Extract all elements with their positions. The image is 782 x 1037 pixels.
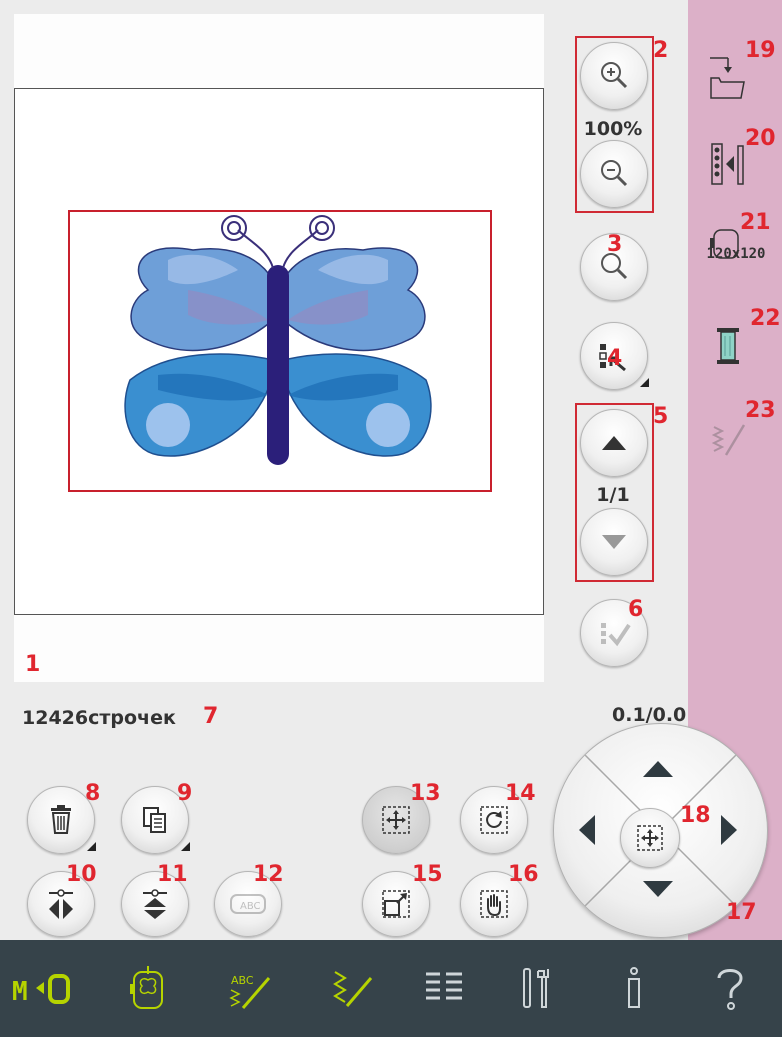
move-icon	[382, 806, 410, 834]
rotate-icon	[480, 806, 508, 834]
zoom-out-icon	[601, 160, 628, 187]
callout-2: 2	[653, 38, 669, 63]
zoom-in-button[interactable]	[580, 42, 648, 110]
mirror-horizontal-icon	[49, 889, 73, 919]
callout-8: 8	[85, 781, 101, 806]
callout-15: 15	[412, 862, 443, 887]
embroidery-edit-button[interactable]	[118, 958, 178, 1018]
page-indicator: 1/1	[596, 484, 630, 506]
svg-text:M: M	[12, 977, 28, 1007]
callout-13: 13	[410, 781, 441, 806]
dpad-left-arrow[interactable]	[576, 812, 598, 848]
triangle-up-icon	[602, 436, 626, 450]
callout-20: 20	[745, 126, 776, 151]
callout-6: 6	[628, 597, 644, 622]
hoop-size: 120x120	[706, 246, 766, 262]
svg-text:ABC: ABC	[231, 974, 254, 987]
stitches-icon	[711, 424, 746, 456]
settings-button[interactable]	[506, 958, 566, 1018]
submenu-indicator	[640, 378, 649, 387]
callout-7: 7	[203, 704, 219, 729]
submenu-indicator	[87, 842, 96, 851]
callout-18: 18	[680, 803, 711, 828]
stitch-creator-button[interactable]: ABC	[220, 958, 280, 1018]
scale-icon	[382, 890, 410, 918]
duplicate-icon	[143, 807, 166, 833]
thread-spool-icon	[717, 328, 739, 364]
zoom-out-button[interactable]	[580, 140, 648, 208]
info-icon	[628, 967, 640, 1008]
stitch-menu-button[interactable]	[322, 958, 382, 1018]
sequence-menu-button[interactable]	[414, 958, 474, 1018]
hand-icon	[480, 890, 508, 918]
load-design-icon	[710, 57, 745, 99]
dpad-down-arrow[interactable]	[640, 878, 676, 900]
center-design-button[interactable]	[620, 808, 680, 868]
hoop-butterfly-icon	[130, 966, 163, 1009]
submenu-indicator	[181, 842, 190, 851]
tools-icon	[523, 968, 549, 1008]
list-icon	[426, 972, 462, 1000]
callout-17: 17	[726, 900, 757, 925]
mode-switch-icon: M	[12, 974, 70, 1007]
callout-19: 19	[745, 38, 776, 63]
load-design-button[interactable]	[703, 48, 749, 104]
callout-14: 14	[505, 781, 536, 806]
info-button[interactable]	[604, 958, 664, 1018]
zoom-level: 100%	[583, 118, 643, 140]
callout-5: 5	[653, 404, 669, 429]
stitch-count: 12426строчек	[22, 707, 176, 729]
callout-23: 23	[745, 398, 776, 423]
help-button[interactable]	[700, 958, 760, 1018]
callout-1: 1	[25, 652, 41, 677]
callout-10: 10	[66, 862, 97, 887]
move-icon	[637, 825, 663, 851]
design-selection-box	[68, 210, 492, 492]
callout-4: 4	[607, 346, 623, 371]
question-icon	[717, 969, 743, 1010]
callout-9: 9	[177, 781, 193, 806]
callout-12: 12	[253, 862, 284, 887]
page-up-button[interactable]	[580, 409, 648, 477]
callout-21: 21	[740, 210, 771, 235]
text-stitch-icon: ABC	[229, 974, 271, 1009]
stitch-order-button[interactable]	[703, 134, 749, 194]
sew-embroidery-mode-button[interactable]: M	[10, 958, 70, 1018]
callout-3: 3	[607, 232, 623, 257]
stitch-order-icon	[711, 143, 744, 185]
dpad-up-arrow[interactable]	[640, 758, 676, 780]
stitches-icon	[333, 971, 373, 1007]
page-down-button[interactable]	[580, 508, 648, 576]
callout-16: 16	[508, 862, 539, 887]
triangle-down-icon	[602, 535, 626, 549]
svg-text:ABC: ABC	[240, 901, 261, 912]
zoom-in-icon	[601, 62, 628, 89]
trash-icon	[51, 805, 71, 834]
callout-11: 11	[157, 862, 188, 887]
mirror-vertical-icon	[143, 889, 167, 919]
callout-22: 22	[750, 306, 781, 331]
dpad-right-arrow[interactable]	[718, 812, 740, 848]
thread-color-button[interactable]	[705, 316, 751, 376]
edit-text-icon: ABC	[230, 894, 266, 914]
